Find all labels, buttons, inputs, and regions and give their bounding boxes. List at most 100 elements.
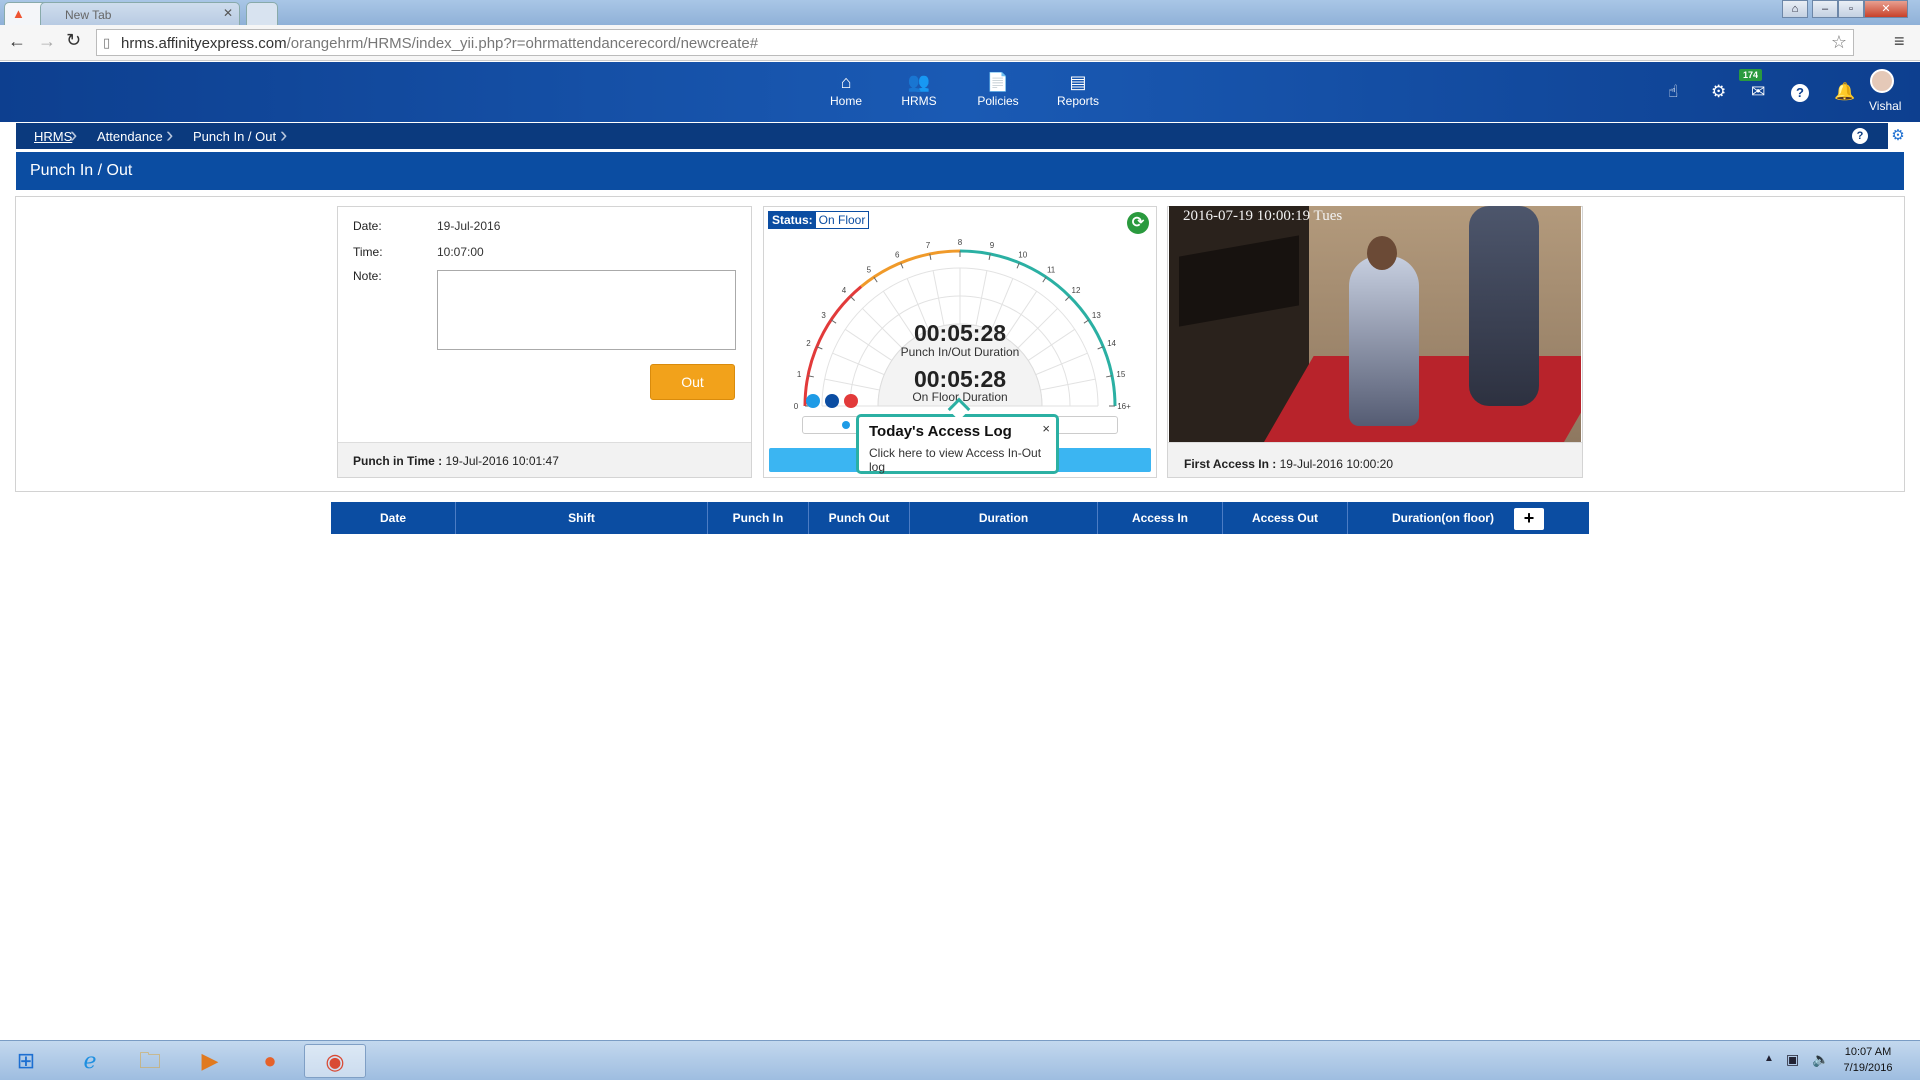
gauge-tick-label: 13 <box>1092 311 1101 320</box>
back-icon[interactable]: ← <box>8 31 26 52</box>
reload-icon[interactable]: ↻ <box>66 30 81 51</box>
col-date[interactable]: Date <box>331 502 456 534</box>
user-name[interactable]: Vishal <box>1869 99 1901 113</box>
chrome-icon[interactable]: ◉ <box>304 1044 366 1078</box>
start-button-icon[interactable]: ⊞ <box>2 1044 50 1078</box>
gauge-tick-label: 9 <box>990 241 995 250</box>
popup-subtitle[interactable]: Click here to view Access In-Out log <box>869 446 1046 474</box>
col-duration-on-floor[interactable]: Duration(on floor) <box>1348 502 1538 534</box>
gauge-tick-label: 0 <box>794 402 799 411</box>
breadcrumb-attendance[interactable]: Attendance <box>97 129 163 144</box>
user-icon[interactable]: ⌂ <box>1782 0 1808 18</box>
clock-date[interactable]: 7/19/2016 <box>1840 1062 1896 1074</box>
close-tab-icon[interactable]: ✕ <box>223 6 233 20</box>
gauge-tick-label: 2 <box>806 339 811 348</box>
tray-arrow-icon[interactable]: ▲ <box>1764 1053 1774 1064</box>
col-duration[interactable]: Duration <box>910 502 1098 534</box>
clock-time[interactable]: 10:07 AM <box>1840 1046 1896 1058</box>
gauge-tick <box>1083 319 1090 324</box>
gauge-tick-label: 15 <box>1116 370 1125 379</box>
maximize-button[interactable]: ▫ <box>1838 0 1864 18</box>
home-icon: ⌂ <box>840 72 852 92</box>
volume-icon[interactable]: 🔈 <box>1812 1051 1829 1068</box>
app-header: ⌂ Home 👥 HRMS 📄 Policies ▤ Reports ☝ ⚙ ✉… <box>0 62 1920 122</box>
gauge-tick-label: 16+ <box>1117 402 1131 411</box>
network-icon[interactable]: ▣ <box>1786 1051 1799 1068</box>
windows-taskbar: ⊞ ℯ 🗀 ▶ ● ◉ ▲ ▣ 🔈 10:07 AM 7/19/2016 <box>0 1040 1920 1080</box>
add-column-button[interactable]: + <box>1514 508 1544 530</box>
help-icon[interactable]: ? <box>1791 84 1809 102</box>
gauge-tick-label: 12 <box>1072 286 1081 295</box>
col-punch-out[interactable]: Punch Out <box>809 502 910 534</box>
menu-icon[interactable]: ≡ <box>1894 31 1905 52</box>
gauge-indicator-dot <box>825 394 839 408</box>
nav-hrms[interactable]: 👥 HRMS <box>889 72 949 108</box>
gauge-arc-segment <box>803 285 863 407</box>
new-tab-button[interactable] <box>246 2 278 25</box>
page-icon: ▯ <box>103 35 111 50</box>
gauge-tick <box>1065 296 1070 301</box>
firefox-icon[interactable]: ● <box>242 1044 298 1078</box>
gauge-indicator-dot <box>806 394 820 408</box>
punch-in-time-strip: Punch in Time : 19-Jul-2016 10:01:47 <box>338 442 751 477</box>
nav-label: HRMS <box>901 94 937 108</box>
col-punch-in[interactable]: Punch In <box>708 502 809 534</box>
note-field[interactable] <box>437 270 736 350</box>
first-access-value: 19-Jul-2016 10:00:20 <box>1279 457 1394 471</box>
status-label: Status: <box>769 212 816 228</box>
nav-reports[interactable]: ▤ Reports <box>1048 72 1108 108</box>
breadcrumb-separator: › <box>166 122 174 147</box>
internet-explorer-icon[interactable]: ℯ <box>62 1044 118 1078</box>
date-value: 19-Jul-2016 <box>437 219 501 233</box>
punch-duration-label: Punch In/Out Duration <box>900 345 1020 359</box>
file-explorer-icon[interactable]: 🗀 <box>122 1044 178 1078</box>
bookmark-star-icon[interactable]: ☆ <box>1831 32 1847 53</box>
browser-tab-newtab[interactable]: New Tab ✕ <box>40 2 240 25</box>
camera-snapshot-image: 2016-07-19 10:00:19 Tues <box>1169 206 1581 442</box>
window-close-button[interactable]: ✕ <box>1864 0 1908 18</box>
status-badge: Status: On Floor <box>768 211 870 229</box>
gear-icon[interactable]: ⚙ <box>1711 82 1726 102</box>
gauge-tick-label: 7 <box>926 241 931 250</box>
camera-timestamp: 2016-07-19 10:00:19 Tues <box>1183 208 1343 224</box>
col-access-out[interactable]: Access Out <box>1223 502 1348 534</box>
hand-pointer-icon[interactable]: ☝ <box>1668 82 1678 102</box>
gauge-tick-label: 14 <box>1107 339 1116 348</box>
people-icon: 👥 <box>907 72 931 92</box>
page-help-icon[interactable]: ? <box>1852 128 1868 144</box>
punch-in-label: Punch in Time : <box>353 454 443 468</box>
col-shift[interactable]: Shift <box>456 502 708 534</box>
gauge-tick-label: 6 <box>895 250 900 259</box>
note-label: Note: <box>353 269 382 283</box>
date-label: Date: <box>353 219 382 233</box>
close-popup-icon[interactable]: × <box>1042 421 1050 436</box>
access-log-popup[interactable]: × Today's Access Log Click here to view … <box>856 414 1059 474</box>
breadcrumb-hrms[interactable]: HRMS <box>34 129 72 144</box>
punch-in-value: 19-Jul-2016 10:01:47 <box>445 454 559 468</box>
address-bar-row: ← → ↻ ▯ hrms.affinityexpress.com/orangeh… <box>0 25 1920 61</box>
mail-icon[interactable]: ✉ <box>1751 82 1765 102</box>
url-input[interactable]: ▯ hrms.affinityexpress.com/orangehrm/HRM… <box>96 29 1854 56</box>
bell-icon[interactable]: 🔔 <box>1834 82 1855 102</box>
gauge-tick-label: 8 <box>958 238 963 247</box>
gauge-tick <box>850 296 855 301</box>
tab-label: New Tab <box>65 8 112 22</box>
browser-tab-bar: ▲ New Tab ✕ ⌂ – ▫ ✕ <box>0 0 1920 25</box>
mail-count-badge: 174 <box>1739 69 1763 81</box>
settings-gear-icon[interactable]: ⚙ <box>1888 123 1908 149</box>
nav-home[interactable]: ⌂ Home <box>816 72 876 108</box>
gauge-tick-label: 1 <box>797 370 802 379</box>
nav-policies[interactable]: 📄 Policies <box>968 72 1028 108</box>
gauge-tick-label: 10 <box>1018 250 1027 259</box>
page-title: Punch In / Out <box>16 152 1904 190</box>
gauge-tick <box>1042 276 1047 283</box>
slider-dot <box>842 421 850 429</box>
media-player-icon[interactable]: ▶ <box>182 1044 238 1078</box>
first-access-strip: First Access In : 19-Jul-2016 10:00:20 <box>1168 442 1582 477</box>
status-value: On Floor <box>818 213 866 227</box>
out-button[interactable]: Out <box>650 364 735 400</box>
minimize-button[interactable]: – <box>1812 0 1838 18</box>
col-access-in[interactable]: Access In <box>1098 502 1223 534</box>
forward-icon[interactable]: → <box>38 31 56 52</box>
avatar[interactable] <box>1870 69 1894 93</box>
